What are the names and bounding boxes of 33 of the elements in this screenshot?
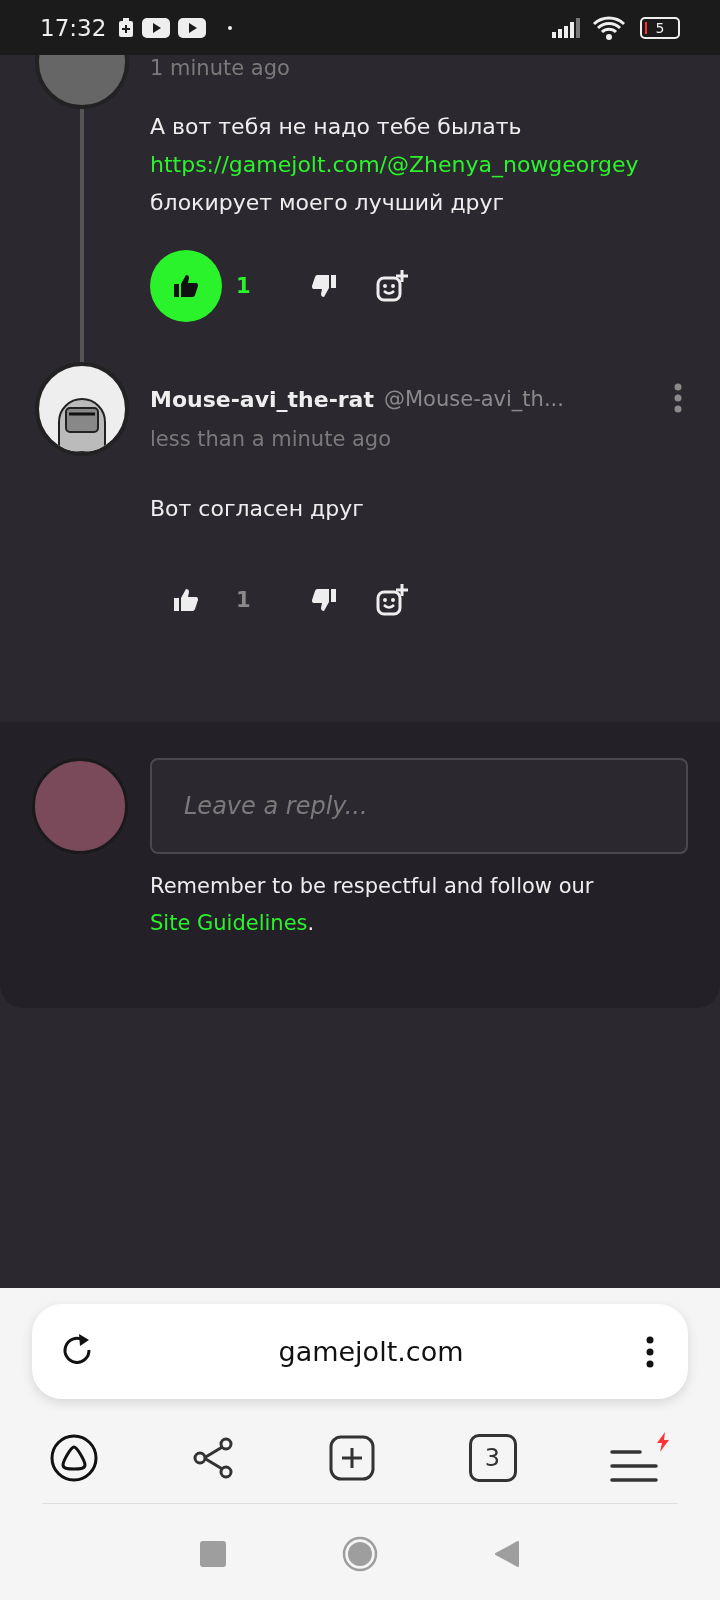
video-play-icon xyxy=(142,17,171,38)
more-icon xyxy=(674,382,682,413)
thumbs-up-icon xyxy=(174,275,198,297)
like-count: 1 xyxy=(235,588,252,612)
tabs-count-button[interactable]: 3 xyxy=(468,1434,517,1482)
clock-time: 17:32 xyxy=(40,14,107,41)
battery-indicator: 5 xyxy=(640,16,680,39)
battery-saver-icon xyxy=(118,17,135,38)
comment-text: А вот тебя не надо тебе былать https://gamejolt.com/@Zhenya_nowgeorgey блокирует моего лучший друг xyxy=(150,113,640,217)
add-emoji-icon xyxy=(376,584,408,616)
like-count: 1 xyxy=(235,274,252,298)
menu-button[interactable] xyxy=(610,1432,670,1484)
notification-dot-icon xyxy=(228,25,233,30)
address-bar[interactable]: gamejolt.com xyxy=(32,1304,688,1399)
thumbs-down-icon xyxy=(312,589,336,611)
profile-link[interactable]: https://gamejolt.com/@Zhenya_nowgeorgey xyxy=(150,152,639,177)
comment-text: Вот согласен друг xyxy=(150,495,365,523)
url-text[interactable]: gamejolt.com xyxy=(278,1336,464,1367)
site-guidelines-link[interactable]: Site Guidelines xyxy=(150,911,308,935)
assistant-icon[interactable] xyxy=(50,1434,98,1482)
more-icon[interactable] xyxy=(646,1335,654,1368)
new-tab-icon[interactable] xyxy=(329,1435,375,1481)
thumbs-down-icon xyxy=(312,275,336,297)
thumbs-up-icon xyxy=(174,589,198,611)
comment-timestamp: 1 minute ago xyxy=(150,55,291,82)
add-emoji-icon xyxy=(376,270,408,302)
video-play-icon xyxy=(178,17,207,38)
reply-input-field[interactable]: Leave a reply... xyxy=(150,758,688,854)
author-handle[interactable]: @Mouse-avi_th... xyxy=(384,387,564,411)
wifi-icon xyxy=(592,14,626,41)
author-name[interactable]: Mouse-avi_the-rat xyxy=(150,386,374,412)
comment-timestamp: less than a minute ago xyxy=(150,426,393,453)
guidelines-note: Remember to be respectful and follow our Site Guidelines. xyxy=(150,873,595,937)
